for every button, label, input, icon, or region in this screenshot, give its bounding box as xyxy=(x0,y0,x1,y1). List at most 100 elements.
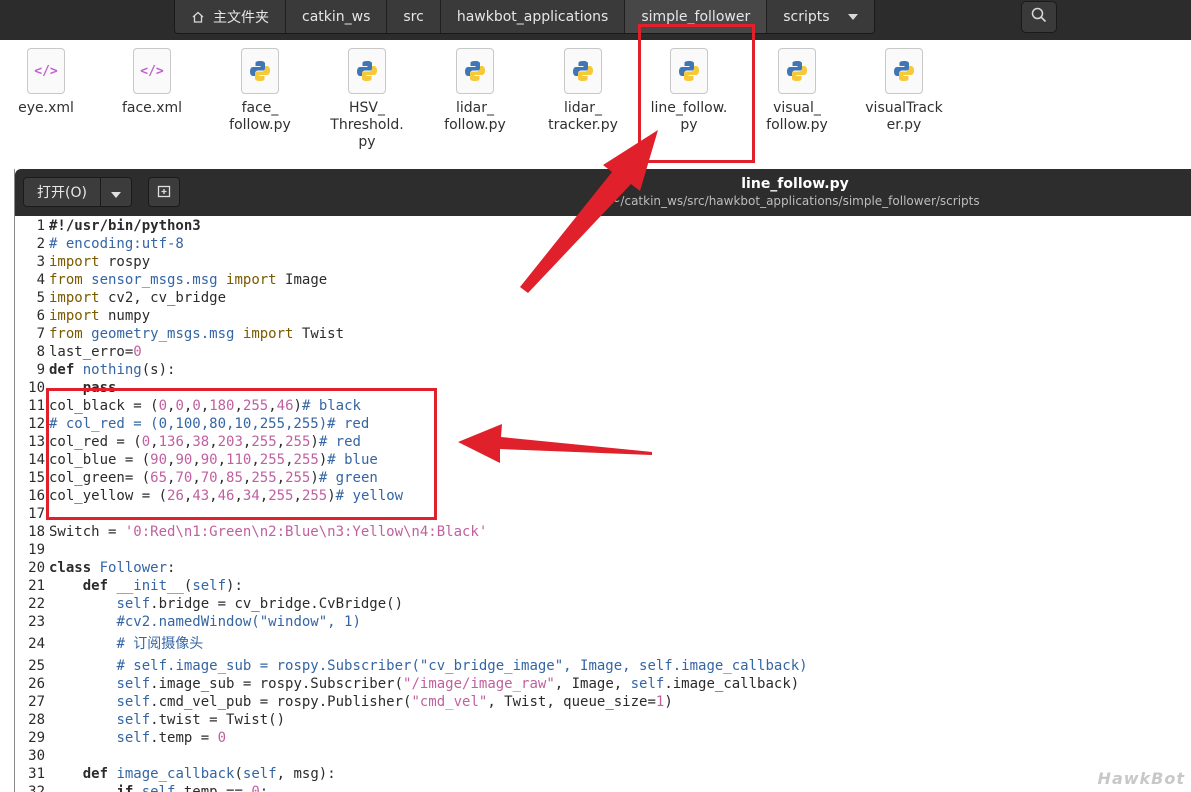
file-item-face-follow[interactable]: face_ follow.py xyxy=(212,48,308,134)
python-file-icon xyxy=(241,48,279,94)
search-icon xyxy=(1031,7,1047,27)
line-number: 7 xyxy=(36,326,45,342)
line-number: 31 xyxy=(28,766,45,782)
line-number: 14 xyxy=(28,452,45,468)
breadcrumb-hawkbot-applications[interactable]: hawkbot_applications xyxy=(440,0,626,33)
watermark: HawkBot xyxy=(1097,769,1185,788)
document-title: line_follow.py xyxy=(741,176,849,192)
line-number: 23 xyxy=(28,614,45,630)
file-name: lidar_ follow.py xyxy=(444,100,506,133)
file-name: face_ follow.py xyxy=(229,100,291,133)
code-line: 8 last_erro=0 xyxy=(15,343,1191,361)
line-number: 8 xyxy=(36,344,45,360)
code-line: 24 # 订阅摄像头 xyxy=(15,631,1191,657)
code-line: 22 self.bridge = cv_bridge.CvBridge() xyxy=(15,595,1191,613)
file-name: eye.xml xyxy=(18,100,74,116)
line-number: 18 xyxy=(28,524,45,540)
line-number: 30 xyxy=(28,748,45,764)
line-number: 11 xyxy=(28,398,45,414)
code-line: 25 # self.image_sub = rospy.Subscriber("… xyxy=(15,657,1191,675)
line-number: 22 xyxy=(28,596,45,612)
document-path: ~/catkin_ws/src/hawkbot_applications/sim… xyxy=(610,194,980,208)
python-file-icon xyxy=(885,48,923,94)
open-button[interactable]: 打开(O) xyxy=(24,178,101,206)
line-number: 4 xyxy=(36,272,45,288)
file-item-eye-xml[interactable]: </> eye.xml xyxy=(0,48,94,117)
code-line: 19 xyxy=(15,541,1191,559)
search-button[interactable] xyxy=(1021,1,1057,33)
breadcrumb-scripts[interactable]: scripts xyxy=(767,0,874,33)
line-number: 21 xyxy=(28,578,45,594)
home-icon xyxy=(191,10,205,24)
line-number: 6 xyxy=(36,308,45,324)
file-name: visual_ follow.py xyxy=(766,100,828,133)
file-item-visual-follow[interactable]: visual_ follow.py xyxy=(749,48,845,134)
code-line: 5 import cv2, cv_bridge xyxy=(15,289,1191,307)
chevron-down-icon xyxy=(110,183,121,202)
line-number: 9 xyxy=(36,362,45,378)
code-line: 7 from geometry_msgs.msg import Twist xyxy=(15,325,1191,343)
line-number: 1 xyxy=(36,218,45,234)
code-line: 31 def image_callback(self, msg): xyxy=(15,765,1191,783)
editor-headerbar: 打开(O) line_follow.py ~/catkin_ws/src/haw… xyxy=(15,169,1191,216)
code-line: 9 def nothing(s): xyxy=(15,361,1191,379)
code-line: 27 self.cmd_vel_pub = rospy.Publisher("c… xyxy=(15,693,1191,711)
line-number: 25 xyxy=(28,658,45,674)
code-line: 30 xyxy=(15,747,1191,765)
line-number: 32 xyxy=(28,784,45,792)
chevron-down-icon[interactable] xyxy=(847,14,858,20)
line-number: 27 xyxy=(28,694,45,710)
code-line: 29 self.temp = 0 xyxy=(15,729,1191,747)
xml-file-icon: </> xyxy=(27,48,65,94)
line-number: 15 xyxy=(28,470,45,486)
breadcrumb-label: 主文件夹 xyxy=(213,10,269,26)
line-number: 5 xyxy=(36,290,45,306)
line-number: 12 xyxy=(28,416,45,432)
line-number: 20 xyxy=(28,560,45,576)
line-number: 2 xyxy=(36,236,45,252)
file-item-lidar-tracker[interactable]: lidar_ tracker.py xyxy=(535,48,631,134)
file-name: lidar_ tracker.py xyxy=(548,100,618,133)
breadcrumb-catkin-ws[interactable]: catkin_ws xyxy=(286,0,388,33)
breadcrumb-label: scripts xyxy=(783,9,830,25)
python-file-icon xyxy=(348,48,386,94)
file-item-face-xml[interactable]: </> face.xml xyxy=(104,48,200,117)
file-grid: </> eye.xml </> face.xml face_ follow.py… xyxy=(0,40,1191,170)
line-number: 13 xyxy=(28,434,45,450)
code-line: 2 # encoding:utf-8 xyxy=(15,235,1191,253)
line-number: 10 xyxy=(28,380,45,396)
line-number: 19 xyxy=(28,542,45,558)
file-item-hsv-threshold[interactable]: HSV_ Threshold. py xyxy=(319,48,415,151)
code-line: 28 self.twist = Twist() xyxy=(15,711,1191,729)
open-dropdown-button[interactable] xyxy=(100,178,131,206)
breadcrumb-src[interactable]: src xyxy=(387,0,441,33)
file-item-lidar-follow[interactable]: lidar_ follow.py xyxy=(427,48,523,134)
code-highlight-box xyxy=(46,388,437,520)
code-line: 32 if self.temp == 0: xyxy=(15,783,1191,792)
open-button-group: 打开(O) xyxy=(23,177,132,207)
breadcrumb-label: hawkbot_applications xyxy=(456,9,609,25)
line-number: 24 xyxy=(28,636,45,652)
breadcrumb-label: src xyxy=(403,9,424,25)
line-number: 3 xyxy=(36,254,45,270)
file-name: visualTrack er.py xyxy=(865,100,943,133)
python-file-icon xyxy=(564,48,602,94)
code-line: 20 class Follower: xyxy=(15,559,1191,577)
file-highlight-box xyxy=(638,24,755,163)
python-file-icon xyxy=(778,48,816,94)
file-item-visual-tracker[interactable]: visualTrack er.py xyxy=(856,48,952,134)
line-number: 17 xyxy=(28,506,45,522)
code-line: 23 #cv2.namedWindow("window", 1) xyxy=(15,613,1191,631)
line-number: 28 xyxy=(28,712,45,728)
file-name: HSV_ Threshold. py xyxy=(330,100,404,150)
xml-file-icon: </> xyxy=(133,48,171,94)
breadcrumb-label: catkin_ws xyxy=(302,9,371,25)
code-line: 4 from sensor_msgs.msg import Image xyxy=(15,271,1191,289)
file-manager-header: 主文件夹 catkin_ws src hawkbot_applications … xyxy=(0,0,1191,40)
new-tab-button[interactable] xyxy=(148,177,180,207)
line-number: 16 xyxy=(28,488,45,504)
breadcrumb-home[interactable]: 主文件夹 xyxy=(175,0,286,33)
code-line: 18 Switch = '0:Red\n1:Green\n2:Blue\n3:Ye… xyxy=(15,523,1191,541)
breadcrumb-label: simple_follower xyxy=(641,9,751,25)
code-line: 21 def __init__(self): xyxy=(15,577,1191,595)
